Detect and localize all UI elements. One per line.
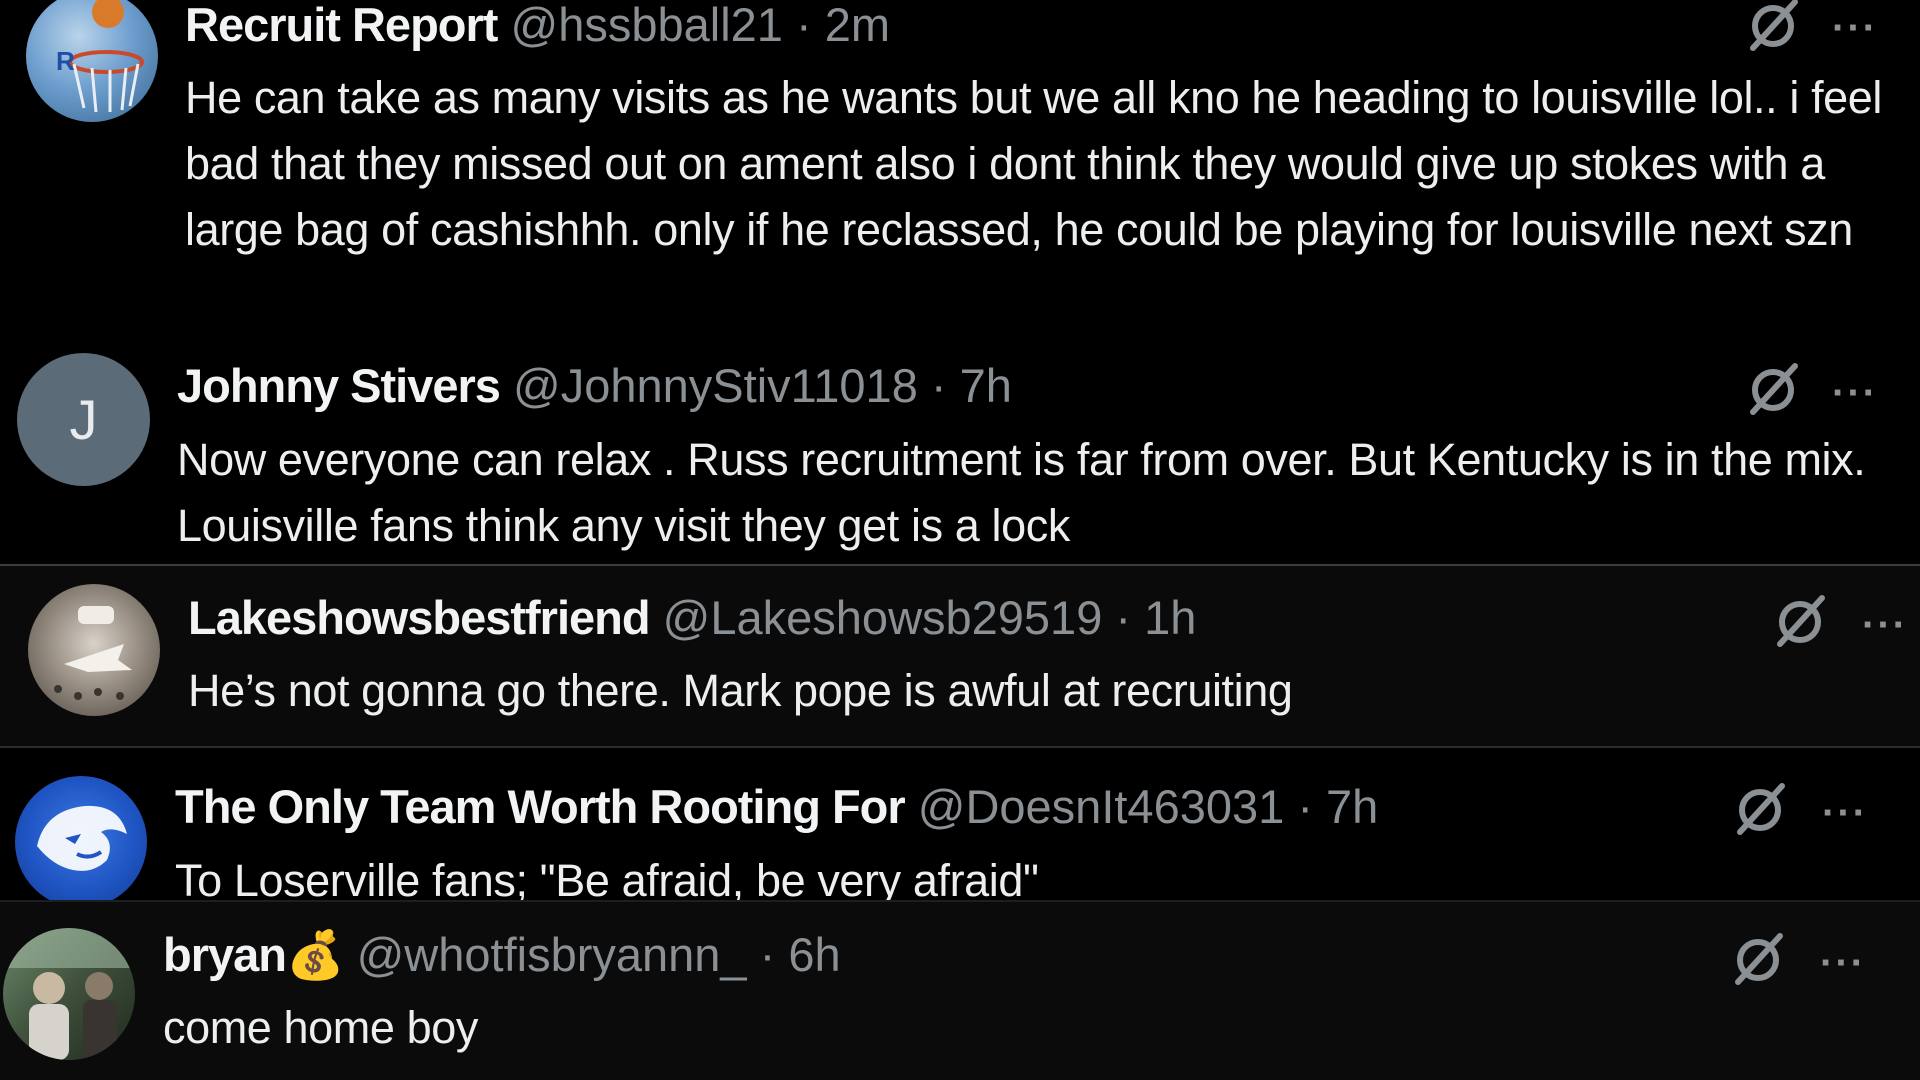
crowd-photo-icon (54, 606, 132, 700)
avatar[interactable]: J (17, 353, 150, 486)
reply-text: Now everyone can relax . Russ recruitmen… (177, 434, 1866, 551)
display-name[interactable]: Recruit Report (185, 0, 498, 51)
more-dots-icon[interactable]: ··· (1832, 373, 1878, 413)
avatar[interactable] (15, 776, 147, 900)
display-name[interactable]: Lakeshowsbestfriend (188, 591, 651, 644)
more-dots-icon[interactable]: ··· (1820, 943, 1866, 983)
reply-card[interactable]: R Recruit Report @hssbball21 · 2m He can… (0, 0, 1920, 331)
reply-card[interactable]: J Johnny Stivers @JohnnyStiv11018 · 7h N… (0, 331, 1920, 564)
reply-card[interactable]: Lakeshowsbestfriend @Lakeshowsb29519 · 1… (0, 564, 1920, 748)
grok-slash-icon[interactable] (1745, 0, 1803, 54)
reply-text: He’s not gonna go there. Mark pope is aw… (188, 665, 1293, 716)
person-photo-icon (3, 928, 135, 1060)
grok-slash-icon[interactable] (1772, 592, 1830, 650)
grok-slash-icon[interactable] (1732, 780, 1790, 838)
reply-text: To Loserville fans; "Be afraid, be very … (175, 855, 1039, 900)
avatar[interactable] (3, 928, 135, 1060)
grok-slash-icon[interactable] (1730, 930, 1788, 988)
wildcat-logo-icon (37, 805, 127, 871)
more-dots-icon[interactable]: ··· (1862, 605, 1908, 645)
basketball-hoop-icon: R (56, 0, 144, 113)
reply-card[interactable]: bryan💰 @whotfisbryannn_ · 6h come home b… (0, 900, 1920, 1080)
avatar[interactable]: R (26, 0, 158, 122)
reply-card[interactable]: The Only Team Worth Rooting For @DoesnIt… (0, 748, 1920, 900)
reply-text: come home boy (163, 1002, 478, 1053)
display-name[interactable]: Johnny Stivers (177, 359, 501, 412)
more-dots-icon[interactable]: ··· (1832, 8, 1878, 48)
avatar-letter: J (69, 388, 98, 451)
handle-time[interactable]: @Lakeshowsb29519 · 1h (663, 591, 1197, 644)
display-name[interactable]: bryan💰 (163, 928, 345, 981)
avatar[interactable] (28, 584, 160, 716)
reply-text: He can take as many visits as he wants b… (185, 72, 1883, 255)
handle-time[interactable]: @JohnnyStiv11018 · 7h (513, 359, 1012, 412)
handle-time[interactable]: @DoesnIt463031 · 7h (918, 780, 1379, 833)
handle-time[interactable]: @hssbball21 · 2m (511, 0, 891, 51)
more-dots-icon[interactable]: ··· (1822, 793, 1868, 833)
svg-text:R: R (56, 46, 75, 76)
display-name[interactable]: The Only Team Worth Rooting For (175, 780, 906, 833)
grok-slash-icon[interactable] (1745, 360, 1803, 418)
handle-time[interactable]: @whotfisbryannn_ · 6h (357, 928, 841, 981)
